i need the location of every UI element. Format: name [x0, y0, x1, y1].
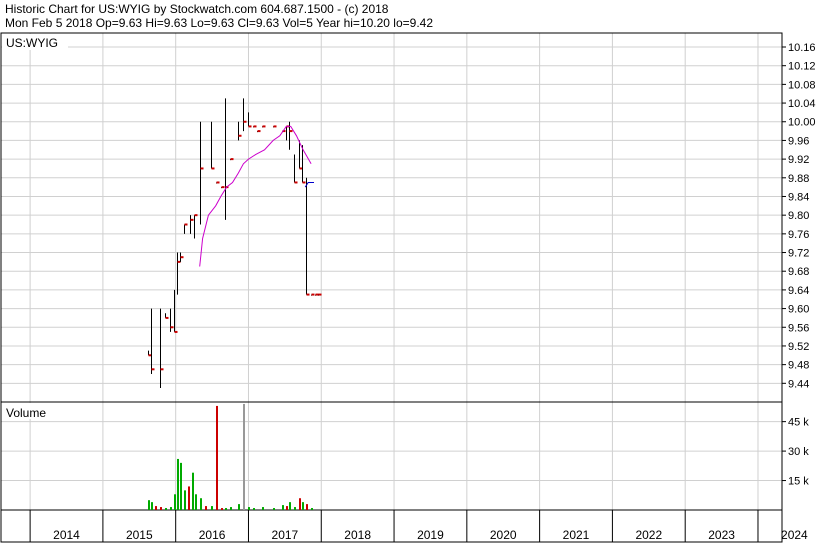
price-axis-label: 9.48	[788, 360, 809, 372]
price-axis-label: 9.44	[788, 378, 809, 390]
volume-bar	[184, 490, 186, 510]
date-axis-label: 2019	[417, 528, 444, 542]
price-axis-label: 9.52	[788, 341, 809, 353]
volume-y-axis: 15 k 30 k 45 k	[782, 417, 809, 488]
price-panel-frame	[0, 32, 783, 403]
price-axis-label: 9.60	[788, 304, 809, 316]
volume-bar	[289, 502, 291, 510]
header-line-2: Mon Feb 5 2018 Op=9.63 Hi=9.63 Lo=9.63 C…	[5, 16, 433, 30]
volume-bar	[230, 507, 232, 510]
volume-axis-label: 15 k	[788, 476, 809, 488]
price-axis-label: 9.96	[788, 135, 809, 147]
volume-bar	[225, 508, 227, 510]
price-axis-label: 9.72	[788, 248, 809, 260]
volume-bar	[200, 498, 202, 510]
volume-panel-frame	[0, 401, 783, 511]
price-axis-label: 10.12	[788, 61, 816, 73]
price-axis-label: 9.64	[788, 285, 809, 297]
volume-bar	[177, 458, 179, 510]
price-axis-label: 9.88	[788, 173, 809, 185]
price-axis-label: 9.84	[788, 191, 809, 203]
volume-bar	[306, 504, 308, 510]
volume-bar	[180, 462, 182, 510]
price-axis-label: 10.08	[788, 79, 816, 91]
volume-bar	[262, 507, 264, 510]
volume-axis-label: 30 k	[788, 446, 809, 458]
date-axis-frame	[0, 509, 783, 543]
volume-bar	[273, 508, 275, 510]
date-axis-label: 2020	[490, 528, 517, 542]
date-axis-label: 2024	[781, 528, 808, 542]
volume-bar	[216, 405, 218, 510]
date-axis-label: 2014	[53, 528, 80, 542]
date-axis-label: 2023	[708, 528, 735, 542]
date-axis-label: 2017	[272, 528, 299, 542]
price-axis-label: 9.68	[788, 266, 809, 278]
volume-axis-label: 45 k	[788, 417, 809, 429]
volume-bar	[238, 504, 240, 510]
volume-bar	[211, 506, 213, 510]
date-axis: 2014 2015 2016 2017 2018 2019 2020 2021 2022 2023…	[29, 510, 808, 542]
date-axis-label: 2018	[344, 528, 371, 542]
date-axis-label: 2015	[126, 528, 153, 542]
symbol-label: US:WYIG	[6, 36, 58, 50]
volume-grid	[1, 402, 782, 510]
volume-bar	[221, 508, 223, 510]
volume-bar	[302, 502, 304, 510]
volume-bar	[170, 507, 172, 510]
volume-bar	[299, 498, 301, 510]
volume-bar	[294, 507, 296, 510]
header-line-1: Historic Chart for US:WYIG by Stockwatch…	[5, 2, 389, 16]
volume-bar	[282, 505, 284, 510]
volume-bar	[160, 507, 162, 510]
volume-bar	[174, 494, 176, 510]
volume-bar	[195, 494, 197, 510]
volume-bar	[188, 486, 190, 510]
volume-title: Volume	[6, 406, 46, 420]
volume-bar	[165, 508, 167, 510]
volume-bar	[148, 500, 150, 510]
volume-bar	[248, 507, 250, 510]
date-axis-label: 2022	[635, 528, 662, 542]
volume-bar	[155, 506, 157, 510]
volume-bar	[243, 403, 245, 510]
date-axis-label: 2016	[199, 528, 226, 542]
volume-bar	[286, 506, 288, 510]
volume-bars	[148, 403, 313, 510]
price-bars	[148, 98, 322, 388]
volume-bar	[192, 472, 194, 510]
volume-bar	[205, 506, 207, 510]
price-axis-label: 10.16	[788, 42, 816, 54]
price-axis-label: 9.56	[788, 322, 809, 334]
price-y-axis: 9.44 9.48 9.52 9.56 9.60 9.64 9.68 9.72 9.76 9.80…	[782, 42, 816, 390]
price-axis-label: 10.04	[788, 98, 816, 110]
date-axis-label: 2021	[563, 528, 590, 542]
historic-chart: Historic Chart for US:WYIG by Stockwatch…	[0, 2, 816, 543]
volume-bar	[151, 502, 153, 510]
volume-bar	[253, 508, 255, 510]
price-axis-label: 9.92	[788, 154, 809, 166]
price-axis-label: 9.80	[788, 210, 809, 222]
price-grid	[1, 33, 782, 402]
price-axis-label: 9.76	[788, 229, 809, 241]
volume-bar	[311, 508, 313, 510]
price-axis-label: 10.00	[788, 117, 816, 129]
